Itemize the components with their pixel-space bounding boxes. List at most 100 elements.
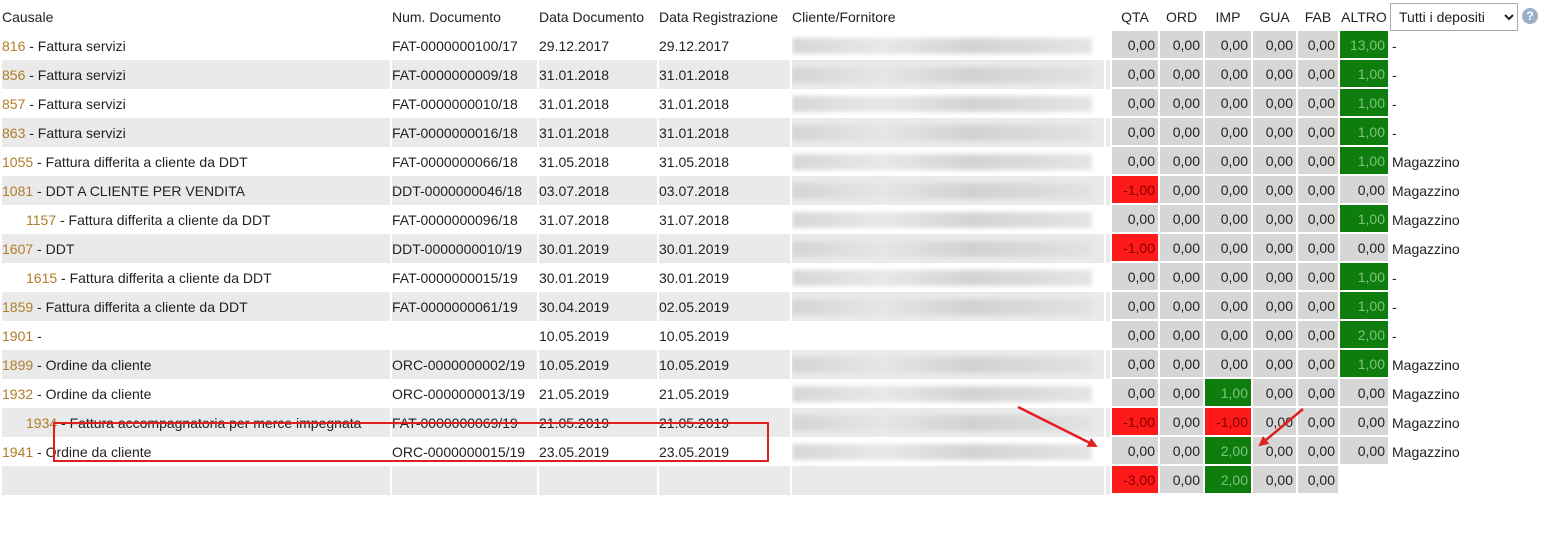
cell-deposito: Magazzino [1390, 205, 1521, 234]
cell-imp: 0,00 [1205, 205, 1251, 234]
table-row[interactable]: 863 - Fattura servizi FAT-0000000016/18 … [2, 118, 1521, 147]
col-data-documento[interactable]: Data Documento [539, 3, 657, 31]
table-row[interactable]: 856 - Fattura servizi FAT-0000000009/18 … [2, 60, 1521, 89]
cell-qta: 0,00 [1112, 118, 1158, 147]
cell-causale: 863 - Fattura servizi [2, 118, 390, 147]
col-causale[interactable]: Causale [2, 3, 390, 31]
col-qta[interactable]: QTA [1112, 3, 1158, 31]
causale-code-link[interactable]: 1859 [2, 299, 33, 315]
col-altro[interactable]: ALTRO [1340, 3, 1388, 31]
cell-imp: -1,00 [1205, 408, 1251, 437]
causale-description: - Fattura servizi [25, 66, 126, 83]
causale-code-link[interactable]: 856 [2, 67, 25, 83]
cell-qta: 0,00 [1112, 350, 1158, 379]
causale-code-link[interactable]: 1157 [26, 212, 56, 228]
causale-description: - Fattura accompagnatoria per merce impe… [57, 414, 362, 431]
causale-code-link[interactable]: 1615 [26, 270, 57, 286]
help-icon[interactable]: ? [1522, 8, 1538, 24]
total-blank [1106, 466, 1110, 495]
causale-description: - Fattura differita a cliente da DDT [33, 153, 248, 170]
total-qta: -3,00 [1112, 466, 1158, 495]
cell-num-documento: FAT-0000000009/18 [392, 60, 537, 89]
col-imp[interactable]: IMP [1205, 3, 1251, 31]
cell-fab: 0,00 [1298, 379, 1338, 408]
cell-data-documento: 30.04.2019 [539, 292, 657, 321]
cell-altro: 1,00 [1340, 147, 1388, 176]
causale-description: - [33, 327, 42, 344]
total-blank [659, 466, 790, 495]
cell-cliente-fornitore [792, 408, 1104, 437]
cell-spacer [1106, 205, 1110, 234]
client-name-redacted [792, 183, 1092, 199]
cell-data-registrazione: 03.07.2018 [659, 176, 790, 205]
cell-cliente-fornitore [792, 292, 1104, 321]
causale-code-link[interactable]: 1607 [2, 241, 33, 257]
cell-causale: 1157 - Fattura differita a cliente da DD… [2, 205, 390, 234]
causale-code-link[interactable]: 1899 [2, 357, 33, 373]
col-fab[interactable]: FAB [1298, 3, 1338, 31]
causale-code-link[interactable]: 816 [2, 38, 25, 54]
cell-altro: 0,00 [1340, 408, 1388, 437]
table-row[interactable]: 1859 - Fattura differita a cliente da DD… [2, 292, 1521, 321]
cell-ord: 0,00 [1160, 437, 1203, 466]
client-name-redacted [792, 241, 1092, 257]
cell-cliente-fornitore [792, 60, 1104, 89]
cell-qta: 0,00 [1112, 437, 1158, 466]
table-row[interactable]: 1932 - Ordine da cliente ORC-0000000013/… [2, 379, 1521, 408]
col-deposito: Tutti i depositi [1390, 3, 1521, 31]
col-gua[interactable]: GUA [1253, 3, 1296, 31]
client-name-redacted [792, 444, 1092, 460]
cell-altro: 1,00 [1340, 60, 1388, 89]
depot-filter-select[interactable]: Tutti i depositi [1390, 3, 1518, 31]
cell-imp: 0,00 [1205, 292, 1251, 321]
causale-description: - Fattura differita a cliente da DDT [56, 211, 271, 228]
causale-code-link[interactable]: 1081 [2, 183, 33, 199]
cell-deposito: Magazzino [1390, 176, 1521, 205]
cell-fab: 0,00 [1298, 176, 1338, 205]
col-num-documento[interactable]: Num. Documento [392, 3, 537, 31]
causale-code-link[interactable]: 1934 [26, 415, 57, 431]
table-row[interactable]: 1899 - Ordine da cliente ORC-0000000002/… [2, 350, 1521, 379]
total-blank [392, 466, 537, 495]
cell-data-registrazione: 10.05.2019 [659, 321, 790, 350]
client-name-redacted [792, 212, 1092, 228]
causale-code-link[interactable]: 857 [2, 96, 25, 112]
table-row[interactable]: 1934 - Fattura accompagnatoria per merce… [2, 408, 1521, 437]
cell-gua: 0,00 [1253, 350, 1296, 379]
cell-causale: 1081 - DDT A CLIENTE PER VENDITA [2, 176, 390, 205]
causale-code-link[interactable]: 1941 [2, 444, 33, 460]
cell-data-registrazione: 21.05.2019 [659, 408, 790, 437]
client-name-redacted [792, 96, 1092, 112]
rows-body: 816 - Fattura servizi FAT-0000000100/17 … [2, 31, 1521, 495]
causale-code-link[interactable]: 1055 [2, 154, 33, 170]
col-data-registrazione[interactable]: Data Registrazione [659, 3, 790, 31]
causale-code-link[interactable]: 1901 [2, 328, 33, 344]
cell-imp: 1,00 [1205, 379, 1251, 408]
table-row[interactable]: 1081 - DDT A CLIENTE PER VENDITA DDT-000… [2, 176, 1521, 205]
col-ord[interactable]: ORD [1160, 3, 1203, 31]
cell-altro: 0,00 [1340, 234, 1388, 263]
cell-data-documento: 30.01.2019 [539, 234, 657, 263]
causale-code-link[interactable]: 1932 [2, 386, 33, 402]
cell-cliente-fornitore [792, 205, 1104, 234]
table-row[interactable]: 857 - Fattura servizi FAT-0000000010/18 … [2, 89, 1521, 118]
cell-causale: 1941 - Ordine da cliente [2, 437, 390, 466]
cell-altro: 2,00 [1340, 321, 1388, 350]
table-row[interactable]: 1901 - 10.05.2019 10.05.2019 0,00 0,00 0… [2, 321, 1521, 350]
cell-data-registrazione: 10.05.2019 [659, 350, 790, 379]
cell-deposito: - [1390, 31, 1521, 60]
cell-cliente-fornitore [792, 437, 1104, 466]
client-name-redacted [792, 67, 1092, 83]
table-row[interactable]: 1941 - Ordine da cliente ORC-0000000015/… [2, 437, 1521, 466]
total-deposito [1390, 466, 1521, 495]
causale-code-link[interactable]: 863 [2, 125, 25, 141]
table-row[interactable]: 1607 - DDT DDT-0000000010/19 30.01.2019 … [2, 234, 1521, 263]
table-row[interactable]: 816 - Fattura servizi FAT-0000000100/17 … [2, 31, 1521, 60]
cell-ord: 0,00 [1160, 263, 1203, 292]
table-row[interactable]: 1157 - Fattura differita a cliente da DD… [2, 205, 1521, 234]
cell-data-registrazione: 29.12.2017 [659, 31, 790, 60]
col-cliente-fornitore[interactable]: Cliente/Fornitore [792, 3, 1104, 31]
table-row[interactable]: 1055 - Fattura differita a cliente da DD… [2, 147, 1521, 176]
cell-causale: 1055 - Fattura differita a cliente da DD… [2, 147, 390, 176]
table-row[interactable]: 1615 - Fattura differita a cliente da DD… [2, 263, 1521, 292]
